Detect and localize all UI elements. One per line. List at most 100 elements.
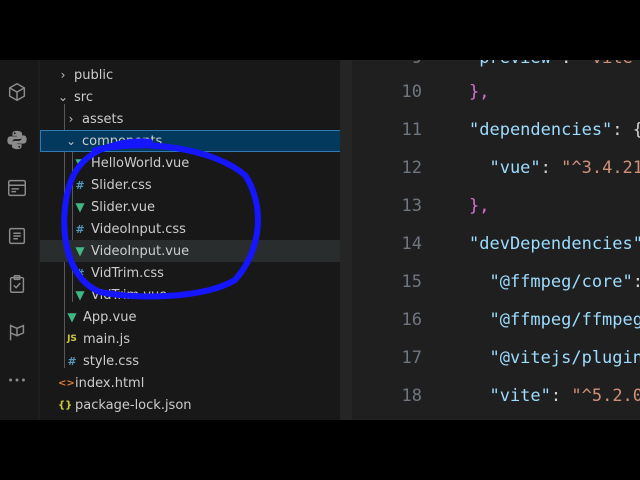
tree-item-label: package-lock.json [75, 397, 192, 413]
code-text: "preview": "vite [469, 60, 633, 68]
tree-item-assets[interactable]: › assets [40, 108, 376, 130]
line-number: 15 [401, 272, 422, 292]
tree-item-file[interactable]: ▼ App.vue [40, 306, 378, 328]
tree-item-src[interactable]: ⌄ src [40, 86, 368, 108]
tree-item-components[interactable]: ⌄ components [40, 130, 376, 152]
vscode-window: › public ⌄ src › assets ⌄ components ▼ H… [0, 60, 640, 420]
line-number: 11 [401, 120, 422, 140]
tree-item-file[interactable]: # VideoInput.css [40, 218, 386, 240]
chevron-down-icon: ⌄ [57, 90, 69, 104]
tree-item-label: App.vue [83, 309, 137, 325]
code-text: "@ffmpeg/core": [469, 272, 640, 292]
tree-item-file[interactable]: # Slider.css [40, 174, 386, 196]
package-icon[interactable] [5, 80, 29, 104]
clipboard-check-icon[interactable] [5, 272, 29, 296]
tree-item-file[interactable]: <> index.html [40, 372, 370, 394]
css-file-icon: # [67, 354, 77, 368]
tree-item-file[interactable]: ▼ VideoInput.vue [40, 240, 386, 262]
tree-item-file[interactable]: JS main.js [40, 328, 378, 350]
tree-item-label: style.css [83, 353, 139, 369]
tree-item-file[interactable]: ▼ HelloWorld.vue [40, 152, 386, 174]
tree-item-label: Slider.css [91, 177, 152, 193]
code-token: "^3.4.21 [561, 158, 640, 178]
python-icon[interactable] [5, 128, 29, 152]
code-token: }, [469, 196, 490, 216]
code-line[interactable]: 18 "vite": "^5.2.0 [352, 386, 640, 420]
more-icon[interactable] [5, 368, 29, 392]
tree-item-file[interactable]: {} package-lock.json [40, 394, 370, 416]
line-number: 9 [382, 60, 422, 68]
code-token: "vite [582, 60, 633, 68]
tree-item-label: HelloWorld.vue [91, 155, 190, 171]
code-token: "vite" [469, 386, 551, 406]
line-number: 10 [401, 82, 422, 102]
tree-item-label: assets [82, 111, 124, 127]
code-text: "devDependencies": [469, 234, 640, 254]
code-line[interactable]: 16 "@ffmpeg/ffmpeg [352, 310, 640, 348]
chevron-right-icon: › [60, 68, 66, 82]
css-file-icon: # [75, 266, 85, 280]
code-token: "devDependencies" [469, 234, 640, 254]
tree-item-label: VidTrim.css [91, 265, 164, 281]
code-token: : [540, 158, 562, 178]
tree-item-file[interactable]: ▼ VidTrim.vue [40, 284, 386, 306]
line-number: 13 [401, 196, 422, 216]
code-token: "preview" [469, 60, 561, 68]
line-number: 16 [401, 310, 422, 330]
css-file-icon: # [75, 222, 85, 236]
code-text: }, [469, 196, 489, 216]
code-token: : [561, 60, 581, 68]
flag-icon[interactable] [5, 320, 29, 344]
vue-file-icon: ▼ [67, 310, 77, 324]
code-token: "@ffmpeg/ffmpeg [469, 310, 640, 330]
code-text: "@ffmpeg/ffmpeg [469, 310, 640, 330]
code-text: "dependencies": { [469, 120, 640, 140]
browser-icon[interactable] [5, 176, 29, 200]
line-number: 14 [401, 234, 422, 254]
code-line[interactable]: 11 "dependencies": { [352, 120, 640, 158]
tree-item-label: VideoInput.vue [91, 243, 190, 259]
vue-file-icon: ▼ [75, 288, 85, 302]
tree-item-label: index.html [75, 375, 145, 391]
line-number: 18 [401, 386, 422, 406]
vue-file-icon: ▼ [75, 244, 85, 258]
json-file-icon: {} [58, 399, 73, 411]
notes-icon[interactable] [5, 224, 29, 248]
tree-item-label: Slider.vue [91, 199, 155, 215]
code-token: }, [469, 82, 490, 102]
code-line[interactable]: 14 "devDependencies": [352, 234, 640, 272]
code-token: "vue" [469, 158, 541, 178]
tree-item-label: public [74, 67, 114, 83]
tree-item-file[interactable]: ▼ Slider.vue [40, 196, 386, 218]
js-file-icon: JS [67, 334, 77, 344]
file-explorer: › public ⌄ src › assets ⌄ components ▼ H… [40, 60, 386, 420]
code-line[interactable]: 15 "@ffmpeg/core": [352, 272, 640, 310]
tree-item-file[interactable]: # style.css [40, 350, 378, 372]
code-token: "@ffmpeg/core" [469, 272, 633, 292]
code-token: : { [612, 120, 640, 140]
chevron-right-icon: › [68, 112, 74, 126]
explorer-scrollbar[interactable] [340, 60, 352, 420]
code-line[interactable]: 10}, [352, 82, 640, 120]
code-line[interactable]: 12 "vue": "^3.4.21 [352, 158, 640, 196]
tree-item-label: main.js [83, 331, 130, 347]
code-line[interactable]: 13}, [352, 196, 640, 234]
line-number: 17 [401, 348, 422, 368]
code-token: "^5.2.0 [571, 386, 640, 406]
tree-item-file[interactable]: # VidTrim.css [40, 262, 386, 284]
vue-file-icon: ▼ [75, 156, 85, 170]
css-file-icon: # [75, 178, 85, 192]
code-line[interactable]: 17 "@vitejs/plugin [352, 348, 640, 386]
tree-item-label: components [82, 133, 163, 149]
activity-bar [0, 60, 38, 420]
tree-item-label: src [74, 89, 93, 105]
code-text: }, [469, 82, 489, 102]
code-text: "@vitejs/plugin [469, 348, 640, 368]
code-token: "dependencies" [469, 120, 613, 140]
tree-item-label: VidTrim.vue [91, 287, 168, 303]
vue-file-icon: ▼ [75, 200, 85, 214]
code-text: "vue": "^3.4.21 [469, 158, 640, 178]
line-number: 12 [401, 158, 422, 178]
tree-item-public[interactable]: › public [40, 64, 368, 86]
code-editor[interactable]: 9"preview": "vite10},11"dependencies": {… [352, 60, 640, 420]
